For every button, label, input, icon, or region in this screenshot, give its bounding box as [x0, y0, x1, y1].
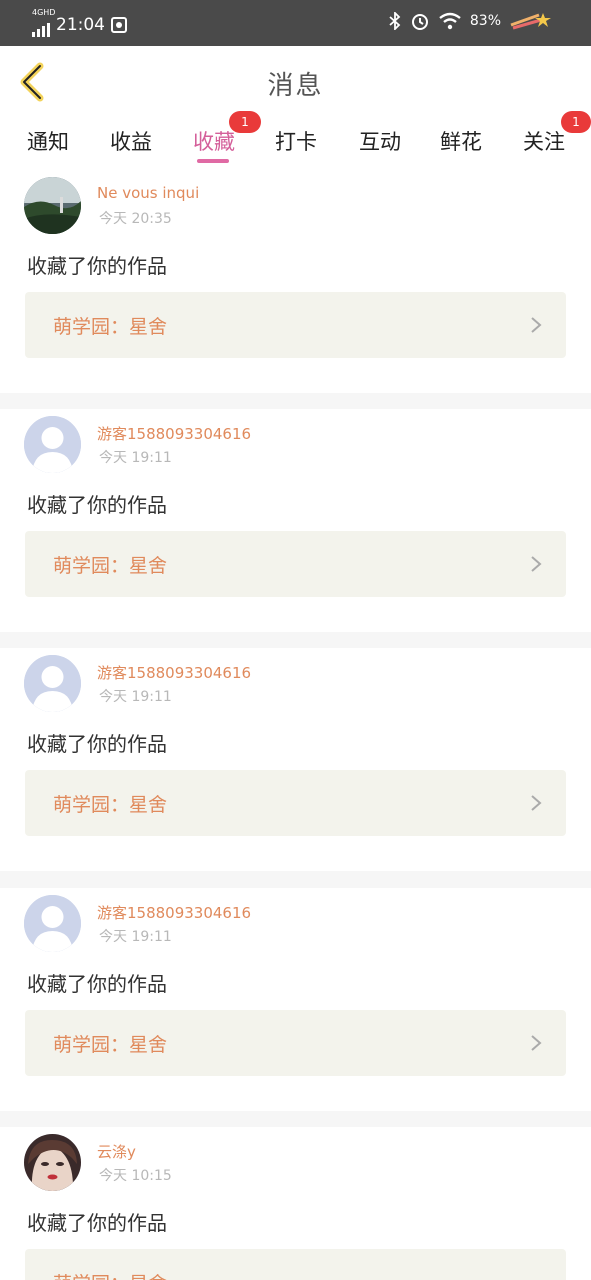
- chevron-right-icon: [531, 317, 542, 333]
- portrait-avatar-image: [24, 1134, 81, 1191]
- work-link[interactable]: 萌学园：星舍: [25, 292, 566, 358]
- message-card[interactable]: 游客1588093304616 今天 19:11 收藏了你的作品 萌学园：星舍: [0, 409, 591, 632]
- network-type: 4GHD: [32, 8, 56, 17]
- message-text: 收藏了你的作品: [27, 972, 167, 996]
- avatar[interactable]: [24, 416, 81, 473]
- username[interactable]: Ne vous inqui: [97, 184, 199, 202]
- message-text: 收藏了你的作品: [27, 732, 167, 756]
- message-text: 收藏了你的作品: [27, 254, 167, 278]
- chevron-right-icon: [531, 795, 542, 811]
- wifi-icon: [439, 12, 461, 30]
- screenshot-icon: [111, 16, 127, 33]
- timestamp: 今天 10:15: [99, 1168, 172, 1184]
- work-link[interactable]: 萌学园：星舍: [25, 770, 566, 836]
- alarm-icon: [411, 14, 428, 30]
- username[interactable]: 游客1588093304616: [97, 902, 251, 923]
- timestamp: 今天 19:11: [99, 689, 172, 705]
- work-title: 萌学园：星舍: [53, 1034, 168, 1056]
- default-avatar-icon: [24, 895, 81, 952]
- username[interactable]: 游客1588093304616: [97, 662, 251, 683]
- timestamp: 今天 20:35: [99, 211, 172, 227]
- status-left: 4GHD 21:04: [32, 8, 127, 37]
- tab-flowers[interactable]: 鲜花: [431, 126, 491, 156]
- timestamp: 今天 19:11: [99, 929, 172, 945]
- message-text: 收藏了你的作品: [27, 1211, 167, 1235]
- avatar[interactable]: [24, 177, 81, 234]
- message-card[interactable]: 游客1588093304616 今天 19:11 收藏了你的作品 萌学园：星舍: [0, 648, 591, 871]
- work-link[interactable]: 萌学园：星舍: [25, 531, 566, 597]
- tab-earnings[interactable]: 收益: [101, 126, 161, 156]
- work-link[interactable]: 萌学园：星舍: [25, 1010, 566, 1076]
- tab-checkin[interactable]: 打卡: [266, 126, 326, 156]
- message-card[interactable]: Ne vous inqui 今天 20:35 收藏了你的作品 萌学园：星舍: [0, 170, 591, 393]
- work-title: 萌学园：星舍: [53, 316, 168, 338]
- message-card[interactable]: 游客1588093304616 今天 19:11 收藏了你的作品 萌学园：星舍: [0, 888, 591, 1111]
- tab-notifications[interactable]: 通知: [18, 126, 78, 156]
- username[interactable]: 游客1588093304616: [97, 423, 251, 444]
- bluetooth-icon: [389, 12, 401, 30]
- clock: 21:04: [56, 14, 105, 35]
- landscape-avatar-image: [24, 177, 81, 234]
- work-title: 萌学园：星舍: [53, 1269, 167, 1280]
- timestamp: 今天 19:11: [99, 450, 172, 466]
- signal-icon: [32, 22, 50, 37]
- header: 消息: [0, 46, 591, 119]
- favorites-badge: 1: [229, 111, 261, 133]
- message-card[interactable]: 云涤y 今天 10:15 收藏了你的作品 萌学园：星舍: [0, 1127, 591, 1280]
- status-bar: 4GHD 21:04 83%: [0, 0, 591, 46]
- message-text: 收藏了你的作品: [27, 493, 167, 517]
- avatar[interactable]: [24, 895, 81, 952]
- battery-level: 83%: [469, 13, 501, 29]
- follows-badge: 1: [561, 111, 591, 133]
- active-tab-indicator: [197, 159, 229, 163]
- work-link[interactable]: 萌学园：星舍: [25, 1249, 566, 1280]
- default-avatar-icon: [24, 416, 81, 473]
- chevron-right-icon: [531, 1035, 542, 1051]
- avatar[interactable]: [24, 655, 81, 712]
- work-title: 萌学园：星舍: [53, 555, 168, 577]
- page-title: 消息: [267, 71, 324, 101]
- work-title: 萌学园：星舍: [53, 794, 168, 816]
- battery-shooting-star-icon: [510, 13, 551, 30]
- avatar[interactable]: [24, 1134, 81, 1191]
- status-right: 83%: [388, 11, 553, 31]
- tab-interactions[interactable]: 互动: [350, 126, 410, 156]
- username[interactable]: 云涤y: [97, 1141, 136, 1162]
- chevron-right-icon: [531, 556, 542, 572]
- tab-bar: 通知 收益 收藏 1 打卡 互动 鲜花 关注 1: [0, 111, 591, 170]
- default-avatar-icon: [24, 655, 81, 712]
